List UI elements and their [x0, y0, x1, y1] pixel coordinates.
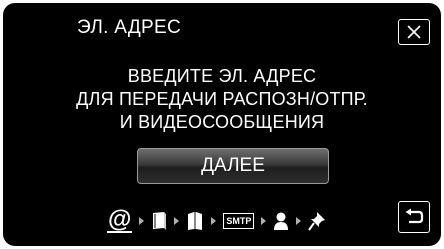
step-pin — [308, 208, 326, 234]
smtp-icon: SMTP — [223, 213, 255, 229]
open-book-icon — [188, 212, 203, 230]
return-button[interactable] — [398, 201, 430, 233]
book-icon — [153, 212, 167, 230]
step-open-book — [186, 208, 204, 234]
message-line: ДЛЯ ПЕРЕДАЧИ РАСПОЗН/ОТПР. — [76, 89, 368, 109]
step-arrow-icon — [139, 217, 145, 225]
next-button[interactable]: ДАЛЕЕ — [137, 148, 329, 184]
pin-icon — [308, 212, 326, 231]
message-line: ВВЕДИТЕ ЭЛ. АДРЕС — [127, 66, 317, 86]
close-icon — [407, 25, 421, 39]
screen: ЭЛ. АДРЕС ВВЕДИТЕ ЭЛ. АДРЕС ДЛЯ ПЕРЕДАЧИ… — [3, 3, 441, 246]
step-address-book — [151, 208, 167, 234]
step-indicator: @ SMTP — [107, 207, 326, 235]
user-icon — [274, 212, 289, 230]
step-user — [273, 208, 289, 234]
return-icon — [405, 208, 424, 224]
step-arrow-icon — [211, 217, 217, 225]
message-line: И ВИДЕОСООБЩЕНИЯ — [119, 112, 325, 132]
page-title: ЭЛ. АДРЕС — [77, 17, 181, 38]
at-sign-icon: @ — [107, 206, 133, 233]
step-arrow-icon — [174, 217, 180, 225]
step-arrow-icon — [261, 217, 267, 225]
close-button[interactable] — [398, 19, 430, 45]
instruction-message: ВВЕДИТЕ ЭЛ. АДРЕС ДЛЯ ПЕРЕДАЧИ РАСПОЗН/О… — [3, 65, 441, 134]
step-smtp: SMTP — [223, 208, 255, 234]
step-arrow-icon — [296, 217, 302, 225]
step-email: @ — [107, 206, 133, 234]
